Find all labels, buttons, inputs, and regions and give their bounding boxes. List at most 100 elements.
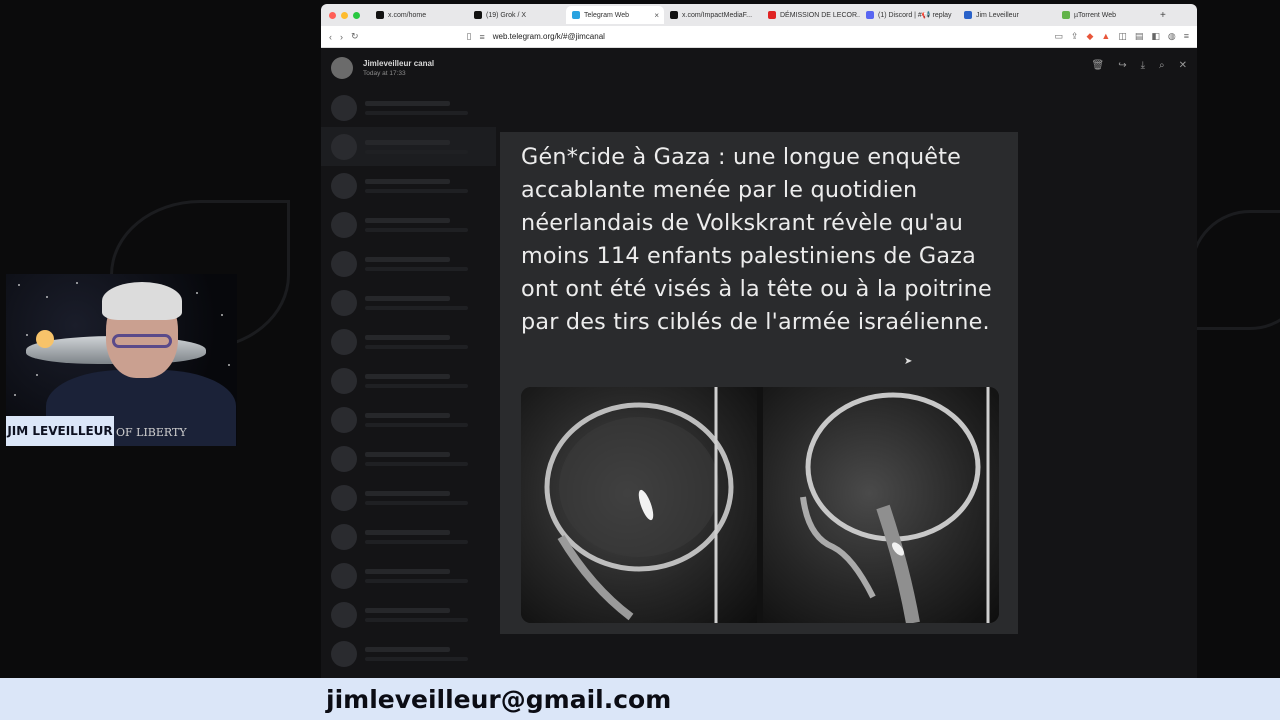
browser-tab[interactable]: x.com/ImpactMediaF... — [664, 6, 762, 24]
background-leaf-decoration — [1190, 210, 1280, 330]
tab-favicon-icon — [964, 11, 972, 19]
url-text: web.telegram.org/k/#@jimcanal — [492, 32, 605, 41]
avatar — [331, 211, 357, 238]
avatar — [331, 133, 357, 160]
back-icon[interactable]: ‹ — [329, 32, 332, 42]
avatar — [331, 406, 357, 433]
star — [221, 314, 223, 316]
chat-list-item[interactable] — [321, 478, 496, 517]
avatar — [331, 523, 357, 550]
brave-shield-icon[interactable]: ◆ — [1086, 31, 1093, 42]
tab-favicon-icon — [768, 11, 776, 19]
chat-list-item[interactable] — [321, 166, 496, 205]
cast-icon[interactable]: ▭ — [1054, 31, 1063, 42]
chat-list-item[interactable] — [321, 322, 496, 361]
tab-label: µTorrent Web — [1074, 11, 1117, 19]
presenter-name-tag: JIM LEVEILLEUR — [6, 416, 114, 446]
viewer-toolbar: 🗑 ↪ ⤓ ⌕ ✕ — [1091, 60, 1187, 71]
browser-tab[interactable]: (1) Discord | #📢 replay — [860, 6, 958, 24]
tab-favicon-icon — [376, 11, 384, 19]
browser-tab[interactable]: µTorrent Web — [1056, 6, 1154, 24]
download-icon[interactable]: ⤓ — [1141, 60, 1145, 71]
chat-list-item[interactable] — [321, 439, 496, 478]
zoom-icon[interactable]: ⌕ — [1159, 60, 1165, 71]
toolbar-icons: ▭ ⇪ ◆ ▲ ◫ ▤ ◧ ◍ ≡ — [1054, 31, 1189, 42]
close-icon[interactable]: ✕ — [1179, 60, 1187, 71]
browser-tab[interactable]: Jim Leveilleur — [958, 6, 1056, 24]
avatar — [331, 289, 357, 316]
tab-favicon-icon — [474, 11, 482, 19]
url-field[interactable]: ▯ ≡ web.telegram.org/k/#@jimcanal — [467, 31, 1047, 42]
minimize-window-button[interactable] — [341, 11, 348, 19]
chat-list-item[interactable] — [321, 634, 496, 673]
star — [196, 292, 198, 294]
vpn-icon[interactable]: ◍ — [1168, 31, 1176, 42]
new-tab-button[interactable]: + — [1160, 10, 1166, 21]
avatar — [331, 484, 357, 511]
avatar — [331, 328, 357, 355]
bottom-banner: jimleveilleur@gmail.com — [0, 678, 1280, 720]
star — [18, 284, 20, 286]
menu-icon[interactable]: ≡ — [1184, 31, 1189, 42]
reload-icon[interactable]: ↻ — [351, 31, 359, 42]
chat-list-item[interactable] — [321, 283, 496, 322]
avatar[interactable] — [331, 57, 353, 79]
tab-label: (19) Grok / X — [486, 11, 527, 19]
star — [228, 364, 230, 366]
chat-list-item[interactable] — [321, 556, 496, 595]
chat-list-item[interactable] — [321, 595, 496, 634]
extensions-icon[interactable]: ◫ — [1118, 31, 1127, 42]
chat-list-item[interactable] — [321, 127, 496, 166]
wallet-icon[interactable]: ◧ — [1151, 31, 1160, 42]
window-controls — [329, 11, 360, 19]
tabs: x.com/home (19) Grok / X Telegram Web × x.co… — [370, 6, 1154, 24]
media-viewer-header: Jimleveilleur canal Today at 17:33 🗑 ↪ ⤓… — [321, 48, 1197, 88]
xray-image-right — [763, 387, 999, 623]
chat-list-item[interactable] — [321, 88, 496, 127]
tab-label: Jim Leveilleur — [976, 11, 1019, 19]
tab-label: x.com/home — [388, 11, 427, 19]
maximize-window-button[interactable] — [353, 11, 360, 19]
tab-favicon-icon — [572, 11, 580, 19]
star — [36, 374, 38, 376]
star — [46, 296, 48, 298]
chat-list-item[interactable] — [321, 244, 496, 283]
chat-list-item[interactable] — [321, 400, 496, 439]
channel-name: Jimleveilleur canal — [363, 59, 435, 68]
browser-tab[interactable]: Telegram Web × — [566, 6, 664, 24]
sidebar-icon[interactable]: ▤ — [1135, 31, 1144, 42]
avatar — [331, 250, 357, 277]
avatar — [331, 601, 357, 628]
mouse-cursor-icon: ➤ — [904, 356, 913, 367]
message-time: Today at 17:33 — [363, 70, 406, 77]
share-icon[interactable]: ⇪ — [1071, 31, 1079, 42]
tab-bar: x.com/home (19) Grok / X Telegram Web × x.co… — [321, 4, 1197, 26]
avatar — [331, 640, 357, 667]
bookmark-icon[interactable]: ▯ — [467, 31, 472, 42]
avatar — [331, 172, 357, 199]
site-info-icon[interactable]: ≡ — [480, 32, 485, 42]
media-post: Gén*cide à Gaza : une longue enquête acc… — [500, 132, 1018, 634]
tab-label: DÉMISSION DE LECOR... — [780, 11, 860, 19]
tab-label: x.com/ImpactMediaF... — [682, 11, 753, 19]
chat-list-item[interactable] — [321, 205, 496, 244]
avatar — [331, 562, 357, 589]
shirt-text: OF LIBERTY — [116, 426, 187, 439]
browser-tab[interactable]: x.com/home — [370, 6, 468, 24]
chat-list-item[interactable] — [321, 361, 496, 400]
star — [26, 334, 28, 336]
close-window-button[interactable] — [329, 11, 336, 19]
forward-icon[interactable]: › — [340, 32, 343, 42]
browser-tab[interactable]: (19) Grok / X — [468, 6, 566, 24]
alert-icon[interactable]: ▲ — [1101, 31, 1110, 42]
delete-icon[interactable]: 🗑 — [1091, 60, 1104, 71]
tab-favicon-icon — [1062, 11, 1070, 19]
xray-images[interactable] — [521, 387, 999, 623]
chat-list — [321, 88, 496, 678]
forward-icon[interactable]: ↪ — [1118, 60, 1126, 71]
browser-tab[interactable]: DÉMISSION DE LECOR... — [762, 6, 860, 24]
chat-list-item[interactable] — [321, 517, 496, 556]
tab-label: (1) Discord | #📢 replay — [878, 12, 952, 19]
presenter-hair — [102, 282, 182, 320]
close-tab-icon[interactable]: × — [654, 11, 659, 20]
